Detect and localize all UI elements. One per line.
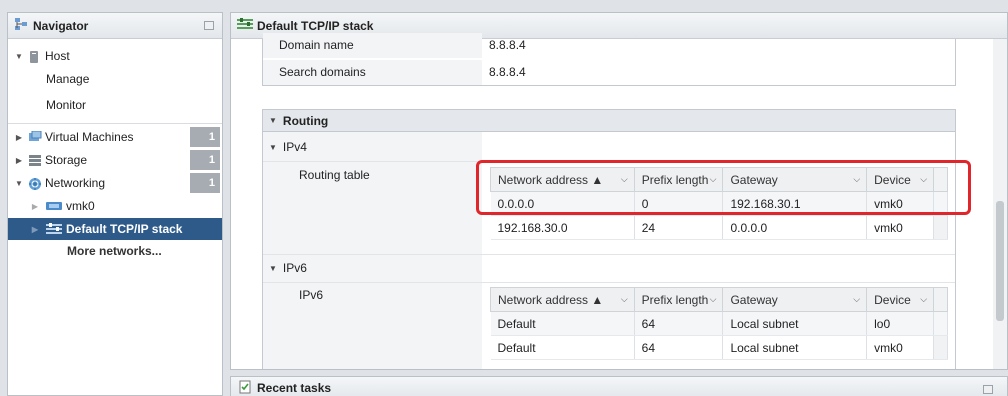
routing-title: Routing: [282, 113, 329, 128]
domain-name-value: 8.8.8.4: [489, 38, 526, 52]
nav-item-networking[interactable]: ▼ Networking 1: [8, 172, 222, 194]
routing-table-label: Routing table: [299, 168, 370, 182]
chevron-down-icon[interactable]: ▼: [14, 52, 24, 61]
ipv4-header[interactable]: ▼ IPv4: [263, 134, 955, 160]
nav-item-label: Default TCP/IP stack: [66, 222, 183, 236]
nav-item-label: vmk0: [66, 199, 95, 213]
cell-gateway: 0.0.0.0: [722, 215, 868, 240]
minimize-icon[interactable]: [983, 385, 993, 394]
networking-icon: [28, 177, 42, 190]
chevron-down-icon[interactable]: ▼: [269, 264, 277, 273]
storage-icon: [28, 154, 42, 166]
dns-settings-box: Domain name 8.8.8.4 Search domains 8.8.8…: [262, 33, 956, 86]
table-row[interactable]: Default 64 Local subnet lo0: [490, 311, 948, 336]
chevron-down-icon[interactable]: ▼: [14, 179, 24, 188]
routing-header[interactable]: ▼ Routing: [263, 110, 955, 132]
cell-device: lo0: [866, 311, 935, 336]
cell-device: vmk0: [866, 335, 935, 360]
nav-item-label: Host: [45, 49, 70, 63]
cell-prefix: 64: [634, 311, 724, 336]
routing-section: ▼ Routing ▼ IPv4 Routing table Network a…: [262, 109, 956, 369]
recent-tasks-panel[interactable]: Recent tasks: [230, 376, 1008, 396]
nav-item-label: Monitor: [46, 98, 87, 112]
search-domains-label: Search domains: [263, 60, 482, 85]
table-scrollbar[interactable]: [933, 287, 948, 312]
nav-item-more-networks[interactable]: More networks...: [8, 240, 222, 262]
cell-gateway: Local subnet: [722, 335, 868, 360]
nav-item-virtual-machines[interactable]: ▶ Virtual Machines 1: [8, 126, 222, 148]
chevron-down-icon[interactable]: ▼: [269, 143, 277, 152]
recent-tasks-title: Recent tasks: [257, 381, 332, 395]
nav-item-storage[interactable]: ▶ Storage 1: [8, 149, 222, 171]
count-badge: 1: [190, 127, 220, 147]
cell-device: vmk0: [866, 215, 935, 240]
vmkernel-nic-icon: [46, 200, 62, 212]
tcpip-stack-icon: [46, 223, 62, 235]
table-row[interactable]: Default 64 Local subnet vmk0: [490, 335, 948, 360]
count-badge: 1: [190, 150, 220, 170]
nav-item-label: Storage: [45, 153, 88, 167]
cell-prefix: 24: [634, 215, 724, 240]
table-row[interactable]: 192.168.30.0 24 0.0.0.0 vmk0: [490, 215, 948, 240]
tcpip-stack-icon: [237, 18, 253, 33]
nav-item-vmk0[interactable]: ▶ vmk0: [8, 195, 222, 217]
virtual-machines-icon: [28, 130, 42, 143]
divider: [263, 282, 955, 283]
cell-network: Default: [490, 311, 635, 336]
nav-item-manage[interactable]: Manage: [8, 68, 222, 90]
table-scrollbar[interactable]: [933, 215, 948, 240]
cell-network: Default: [490, 335, 635, 360]
nav-item-monitor[interactable]: Monitor: [8, 94, 222, 116]
main-scrollbar[interactable]: [993, 39, 1007, 369]
nav-item-label: Virtual Machines: [45, 130, 134, 144]
minimize-icon[interactable]: [204, 21, 214, 30]
navigator-header: Navigator: [8, 13, 222, 39]
chevron-right-icon[interactable]: ▶: [14, 133, 24, 142]
table-scrollbar[interactable]: [933, 335, 948, 360]
chevron-down-icon[interactable]: ⌵: [710, 294, 717, 305]
ipv4-label: IPv4: [282, 140, 307, 154]
host-icon: [28, 50, 42, 63]
chevron-right-icon[interactable]: ▶: [14, 156, 24, 165]
chevron-down-icon[interactable]: ⌵: [621, 294, 628, 305]
column-header-network-address[interactable]: Network address ▲ ⌵: [490, 287, 635, 312]
nav-item-host[interactable]: ▼ Host: [8, 45, 222, 67]
cell-prefix: 64: [634, 335, 724, 360]
chevron-down-icon[interactable]: ▼: [269, 116, 277, 125]
ipv6-header[interactable]: ▼ IPv6: [263, 255, 955, 281]
nav-item-label: Networking: [45, 176, 106, 190]
ipv6-routing-table: Network address ▲ ⌵ Prefix length ⌵ Gatewa…: [490, 287, 948, 360]
domain-name-label: Domain name: [263, 33, 482, 58]
cell-network: 192.168.30.0: [490, 215, 635, 240]
navigator-panel: Navigator ▼ Host Manage Monitor ▶ Virtua…: [7, 12, 223, 396]
chevron-down-icon[interactable]: ⌵: [920, 294, 927, 305]
divider: [8, 123, 222, 124]
cell-gateway: Local subnet: [722, 311, 868, 336]
column-header-gateway[interactable]: Gateway ⌵: [722, 287, 868, 312]
table-scrollbar[interactable]: [933, 311, 948, 336]
ipv6-label: IPv6: [282, 261, 307, 275]
chevron-right-icon[interactable]: ▶: [30, 202, 40, 211]
column-header-device[interactable]: Device ⌵: [866, 287, 935, 312]
chevron-right-icon[interactable]: ▶: [30, 225, 40, 234]
ipv6-sub-label: IPv6: [299, 288, 324, 302]
nav-item-label: Manage: [46, 72, 90, 86]
count-badge: 1: [190, 173, 220, 193]
nav-item-label: More networks...: [67, 244, 162, 258]
navigator-icon: [14, 17, 28, 34]
domain-name-row: Domain name 8.8.8.4: [263, 33, 955, 58]
search-domains-value: 8.8.8.4: [489, 65, 526, 79]
navigator-title: Navigator: [33, 18, 89, 33]
nav-item-default-tcpip-stack[interactable]: ▶ Default TCP/IP stack: [8, 218, 222, 240]
column-header-prefix-length[interactable]: Prefix length ⌵: [633, 287, 724, 312]
page-title: Default TCP/IP stack: [257, 18, 374, 33]
tasks-icon: [239, 380, 251, 396]
scrollbar-thumb[interactable]: [996, 201, 1004, 321]
chevron-down-icon[interactable]: ⌵: [853, 294, 860, 305]
highlight-box: [476, 160, 971, 215]
search-domains-row: Search domains 8.8.8.4: [263, 60, 955, 85]
